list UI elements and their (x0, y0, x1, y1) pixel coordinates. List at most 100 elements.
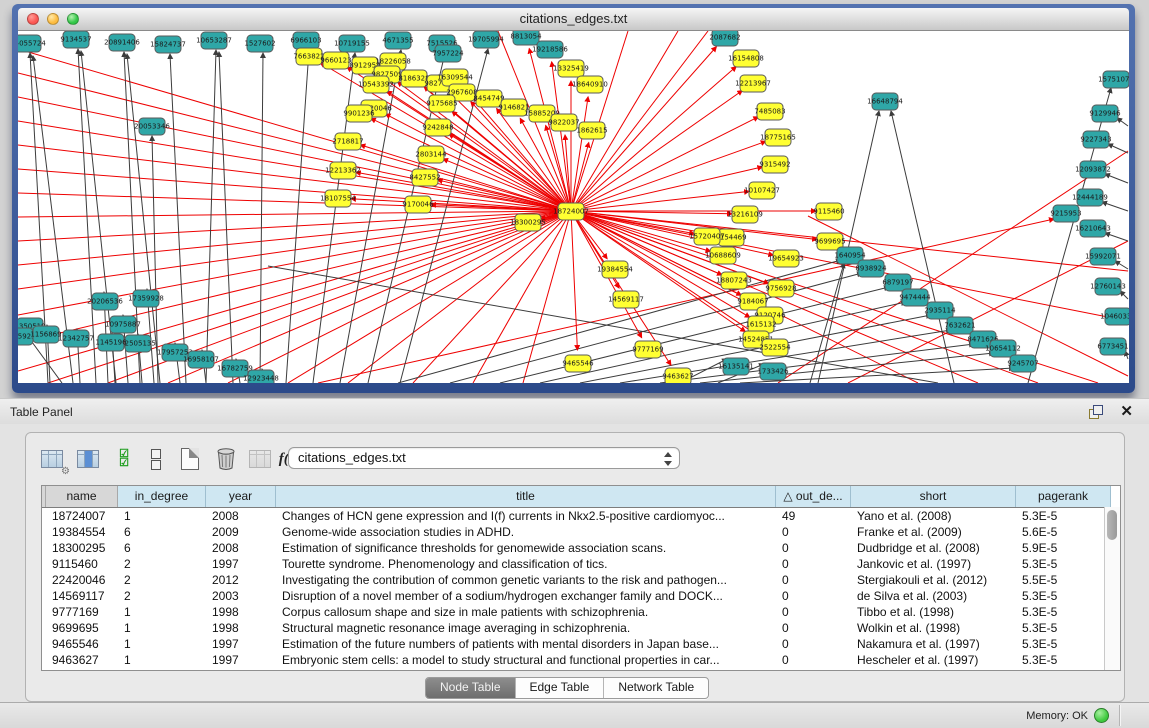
graph-node[interactable]: 18107554 (320, 190, 356, 207)
cell-title[interactable]: Estimation of the future numbers of pati… (276, 636, 776, 652)
graph-node[interactable]: 16210643 (1075, 220, 1111, 237)
cell-in_degree[interactable]: 2 (118, 588, 206, 604)
graph-hub-node[interactable]: 18724007 (553, 203, 589, 220)
graph-node[interactable]: 7957224 (432, 45, 464, 62)
cell-name[interactable]: 22420046 (46, 572, 118, 588)
cell-in_degree[interactable]: 1 (118, 636, 206, 652)
column-header-pagerank[interactable]: pagerank (1016, 486, 1111, 507)
graph-node[interactable]: 19384554 (597, 261, 633, 278)
table-row[interactable]: 1456911722003Disruption of a novel membe… (42, 588, 1120, 604)
cell-pagerank[interactable]: 5.3E-5 (1016, 636, 1111, 652)
column-header-year[interactable]: year (206, 486, 276, 507)
graph-node[interactable]: 20206536 (87, 293, 123, 310)
cell-pagerank[interactable]: 5.6E-5 (1016, 524, 1111, 540)
graph-node[interactable]: 14569117 (608, 291, 644, 308)
graph-node[interactable]: 9215953 (1050, 205, 1081, 222)
graph-node[interactable]: 7485083 (754, 103, 785, 120)
table-scrollbar-thumb[interactable] (1107, 510, 1117, 540)
graph-node[interactable]: 16648794 (867, 93, 903, 110)
graph-node[interactable]: 12444189 (1072, 189, 1108, 206)
cell-in_degree[interactable]: 6 (118, 540, 206, 556)
graph-node[interactable]: 10653287 (196, 32, 232, 49)
graph-node[interactable]: 9245707 (1007, 355, 1038, 372)
cell-title[interactable]: Tourette syndrome. Phenomenology and cla… (276, 556, 776, 572)
cell-name[interactable]: 9465546 (46, 636, 118, 652)
cell-short[interactable]: Wolkin et al. (1998) (851, 620, 1016, 636)
graph-node[interactable]: 16135141 (718, 358, 754, 375)
cell-pagerank[interactable]: 5.3E-5 (1016, 620, 1111, 636)
graph-node[interactable]: 20891406 (104, 34, 140, 51)
cell-out_de[interactable]: 0 (776, 652, 851, 668)
graph-node[interactable]: 16154808 (728, 50, 764, 67)
create-table-icon[interactable] (176, 445, 204, 473)
select-all-columns-icon[interactable]: ☑☑ (110, 445, 138, 473)
cell-out_de[interactable]: 0 (776, 556, 851, 572)
graph-node[interactable]: 12760143 (1090, 278, 1126, 295)
table-row[interactable]: 977716911998Corpus callosum shape and si… (42, 604, 1120, 620)
row-options-icon[interactable] (142, 445, 170, 473)
cell-short[interactable]: Nakamura et al. (1997) (851, 636, 1016, 652)
graph-node[interactable]: 2803144 (415, 146, 447, 163)
cell-pagerank[interactable]: 5.5E-5 (1016, 572, 1111, 588)
graph-node[interactable]: 9129946 (1089, 105, 1121, 122)
cell-name[interactable]: 9699695 (46, 620, 118, 636)
graph-node[interactable]: 10460331 (1100, 308, 1129, 325)
graph-node[interactable]: 8427552 (409, 169, 440, 186)
cell-short[interactable]: Yano et al. (2008) (851, 508, 1016, 524)
cell-short[interactable]: de Silva et al. (2003) (851, 588, 1016, 604)
graph-node[interactable]: 16958107 (183, 351, 219, 368)
graph-node[interactable]: 15824737 (150, 36, 186, 53)
network-canvas[interactable]: 1405572491345372089140615824737106532871… (18, 31, 1129, 383)
table-settings-icon[interactable]: ⚙ (38, 445, 66, 473)
table-row[interactable]: 1938455462009Genome-wide association stu… (42, 524, 1120, 540)
cell-year[interactable]: 2012 (206, 572, 276, 588)
cell-pagerank[interactable]: 5.3E-5 (1016, 556, 1111, 572)
cell-in_degree[interactable]: 1 (118, 604, 206, 620)
graph-node[interactable]: 18775165 (760, 129, 796, 146)
graph-node[interactable]: 2522554 (759, 339, 791, 356)
cell-year[interactable]: 2003 (206, 588, 276, 604)
graph-node[interactable]: 1145196 (95, 334, 127, 351)
column-header-out_de[interactable]: △ out_de... (776, 486, 851, 507)
graph-node[interactable]: 6773451 (1097, 338, 1128, 355)
cell-pagerank[interactable]: 5.9E-5 (1016, 540, 1111, 556)
graph-node[interactable]: 9170046 (402, 196, 434, 213)
cell-title[interactable]: Corpus callosum shape and size in male p… (276, 604, 776, 620)
graph-node[interactable]: 13325419 (553, 60, 589, 77)
graph-node[interactable]: 1862615 (576, 122, 607, 139)
graph-node[interactable]: 12213362 (325, 162, 361, 179)
graph-node[interactable]: 18807243 (716, 272, 752, 289)
cell-out_de[interactable]: 0 (776, 604, 851, 620)
cell-in_degree[interactable]: 2 (118, 556, 206, 572)
graph-node[interactable]: 8938924 (855, 260, 887, 277)
graph-node[interactable]: 6879197 (882, 274, 913, 291)
cell-year[interactable]: 1997 (206, 652, 276, 668)
graph-node[interactable]: 10719155 (334, 35, 370, 52)
cell-title[interactable]: Structural magnetic resonance image aver… (276, 620, 776, 636)
cell-title[interactable]: Disruption of a novel member of a sodium… (276, 588, 776, 604)
table-scrollbar[interactable] (1104, 507, 1120, 670)
graph-node[interactable]: 9242848 (422, 119, 453, 136)
table-row[interactable]: 969969511998Structural magnetic resonanc… (42, 620, 1120, 636)
graph-node[interactable]: 10654112 (985, 340, 1021, 357)
cell-title[interactable]: Investigating the contribution of common… (276, 572, 776, 588)
graph-node[interactable]: 9465546 (562, 355, 594, 372)
graph-node[interactable]: 9777169 (632, 341, 663, 358)
cell-year[interactable]: 2008 (206, 508, 276, 524)
graph-node[interactable]: 19654923 (768, 250, 804, 267)
graph-node[interactable]: 9227343 (1080, 131, 1111, 148)
graph-node[interactable]: 12093872 (1075, 161, 1111, 178)
cell-out_de[interactable]: 0 (776, 572, 851, 588)
cell-name[interactable]: 14569117 (46, 588, 118, 604)
table-row[interactable]: 946362711997Embryonic stem cells: a mode… (42, 652, 1120, 668)
cell-year[interactable]: 2008 (206, 540, 276, 556)
cell-pagerank[interactable]: 5.3E-5 (1016, 652, 1111, 668)
cell-short[interactable]: Stergiakouli et al. (2012) (851, 572, 1016, 588)
show-columns-icon[interactable] (74, 445, 102, 473)
graph-node[interactable]: 18300295 (510, 214, 546, 231)
graph-node[interactable]: 12923448 (243, 370, 279, 383)
cell-in_degree[interactable]: 6 (118, 524, 206, 540)
graph-node[interactable]: 19218586 (532, 41, 568, 58)
graph-node[interactable]: 15751074 (1098, 71, 1129, 88)
cell-out_de[interactable]: 49 (776, 508, 851, 524)
